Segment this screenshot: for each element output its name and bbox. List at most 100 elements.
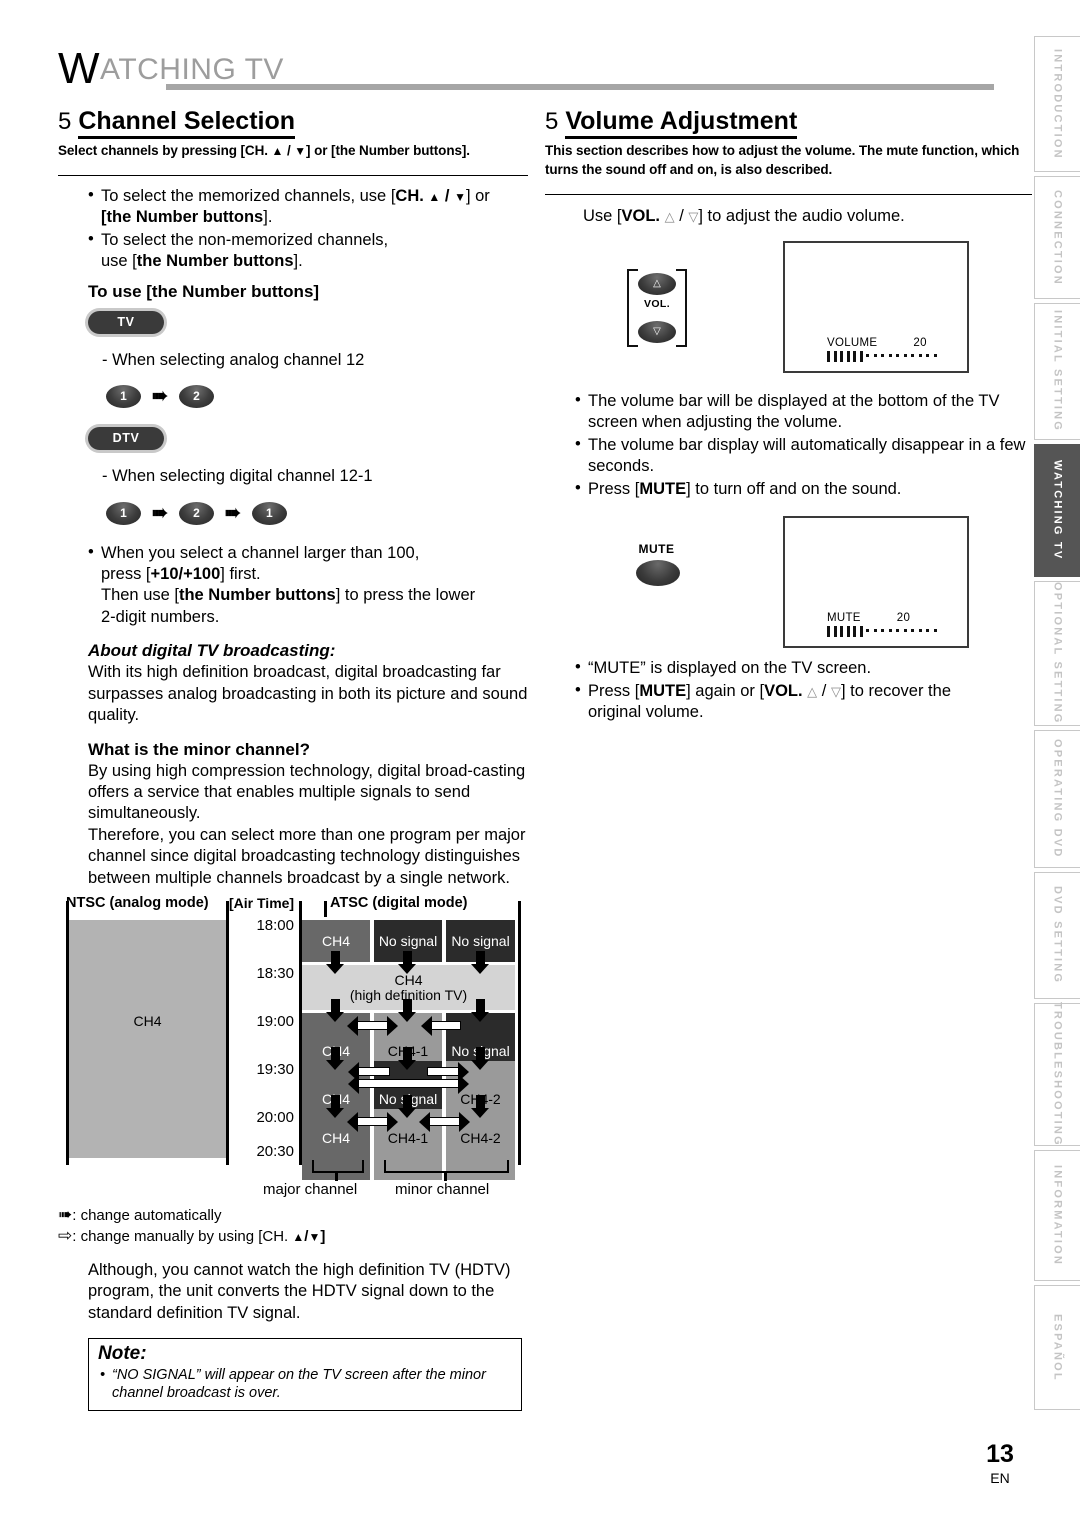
about-digital-heading-text: About digital TV broadcasting: — [88, 641, 336, 661]
osd-bar-empty — [911, 629, 914, 633]
sidebar-tab-label: INITIAL SETTING — [1051, 310, 1064, 433]
page-language: EN — [990, 1470, 1010, 1486]
manual-change-arrow-icon — [347, 1112, 398, 1133]
mode-badge-dtv-wrap: DTV — [88, 427, 528, 451]
use-vol-b: VOL. — [621, 206, 665, 225]
osd-bar-empty — [888, 353, 892, 357]
header-rule — [166, 84, 994, 90]
down-triangle-icon — [308, 1228, 320, 1245]
mute-illustration: MUTE MUTE 20 — [545, 516, 1032, 656]
diagram-legend: ➠: change automatically ⇨: change manual… — [58, 1205, 528, 1246]
over100-line1: When you select a channel larger than 10… — [101, 543, 420, 562]
over100-line3c: ] to press the lower — [335, 586, 476, 605]
osd-bar-filled — [840, 350, 843, 362]
divider — [545, 193, 1032, 195]
hollow-arrow-icon: ⇨ — [58, 1225, 73, 1245]
mute-control[interactable]: MUTE — [633, 542, 680, 587]
up-triangle-icon — [272, 143, 284, 158]
list-item: “MUTE” is displayed on the TV screen. — [575, 657, 1032, 679]
tick-mark — [66, 901, 69, 918]
bullet2-lead: To select the non-memorized channels, — [101, 230, 389, 249]
sidebar-tab-connection[interactable]: CONNECTION — [1034, 176, 1080, 299]
auto-change-arrow-icon — [326, 1095, 344, 1119]
digital-caption: - When selecting digital channel 12-1 — [102, 467, 373, 486]
osd-bar-empty — [933, 629, 937, 633]
vol-down-button[interactable]: ▽ — [638, 320, 676, 343]
osd-bar-empty — [881, 629, 884, 633]
mb-p2: MUTE — [639, 681, 687, 700]
channel-timeline-diagram: NTSC (analog mode) [Air Time] ATSC (digi… — [58, 895, 528, 1198]
down-triangle-icon — [454, 187, 466, 205]
mode-badge-tv: TV — [88, 310, 164, 334]
arrow-right-icon: ➠ — [152, 502, 168, 524]
note-title: Note: — [98, 1342, 147, 1364]
page-title-cap: W — [58, 44, 101, 93]
sidebar-tab-label: INTRODUCTION — [1051, 48, 1064, 160]
osd-bar-filled — [853, 350, 856, 362]
mb-p1: Press [ — [588, 681, 640, 700]
number-button[interactable]: 1 — [106, 501, 141, 525]
sidebar-tab-introduction[interactable]: INTRODUCTION — [1034, 36, 1080, 172]
sidebar-tab-dvd-setting[interactable]: DVD SETTING — [1034, 872, 1080, 999]
use-vol-line: Use [VOL. △ / ▽] to adjust the audio vol… — [583, 206, 905, 225]
note-box: Note: “NO SIGNAL” will appear on the TV … — [88, 1337, 522, 1412]
airtime-3: 19:30 — [256, 1061, 294, 1079]
sidebar-tab-operating-dvd[interactable]: OPERATING DVD — [1034, 730, 1080, 868]
up-triangle-icon — [428, 187, 440, 205]
vol-up-button[interactable]: △ — [638, 272, 676, 295]
sidebar-tab-label: CONNECTION — [1051, 189, 1064, 286]
bullet1-tail: ] or — [465, 186, 490, 205]
legend-manual-c: ] — [320, 1227, 326, 1245]
mute-button[interactable] — [636, 560, 680, 587]
page-footer: 13 EN — [970, 1442, 1030, 1487]
vol-label: VOL. — [643, 297, 671, 310]
list-item: Press [MUTE] to turn off and on the soun… — [575, 478, 1032, 500]
legend-auto-text: : change automatically — [72, 1207, 222, 1225]
sidebar-tab-label: ESPAÑOL — [1051, 1313, 1064, 1382]
osd-bar-filled — [833, 626, 837, 638]
sidebar-tab-troubleshooting[interactable]: TROUBLESHOOTING — [1034, 1002, 1080, 1147]
osd-bar-empty — [896, 629, 899, 633]
sidebar-tab-label: DVD SETTING — [1051, 886, 1064, 985]
tv-screen-volume: VOLUME 20 — [783, 240, 969, 373]
number-button[interactable]: 1 — [251, 501, 287, 525]
osd-bar-filled — [853, 626, 856, 638]
arrow-right-icon: ➠ — [224, 502, 241, 524]
sidebar-tab-information[interactable]: INFORMATION — [1034, 1150, 1080, 1281]
ntsc-block-label: CH4 — [133, 1013, 162, 1030]
sidebar-tab-watching-tv[interactable]: WATCHING TV — [1034, 444, 1080, 577]
hdtv-paragraph: Although, you cannot watch the high defi… — [88, 1260, 511, 1322]
osd-mute-label: MUTE — [827, 612, 861, 625]
osd-bar-empty — [888, 629, 892, 633]
vol-down-outline-icon: ▽ — [830, 683, 841, 699]
number-button[interactable]: 1 — [106, 385, 141, 409]
brace-major-stem — [335, 1171, 338, 1182]
airtime-2: 19:00 — [256, 1013, 294, 1031]
page-header: WATCHING TV — [58, 44, 1062, 100]
vol-rocker[interactable]: △ VOL. ▽ — [627, 268, 687, 347]
atsc-cell-span-line1: CH4 — [394, 972, 423, 988]
legend-auto: ➠: change automatically — [58, 1205, 528, 1226]
auto-change-arrow-icon — [398, 951, 416, 975]
use-vol-a: Use [ — [583, 206, 622, 225]
down-triangle-icon — [294, 143, 306, 158]
sidebar-tab-initial-setting[interactable]: INITIAL SETTING — [1034, 303, 1080, 440]
airtime-4: 20:00 — [256, 1109, 294, 1127]
airtime-0: 18:00 — [256, 917, 294, 935]
osd-mute-value: 20 — [896, 612, 911, 625]
list-item: Press [MUTE] again or [VOL. △ / ▽] to re… — [575, 680, 1032, 724]
manual-change-arrow-icon — [427, 1062, 469, 1083]
volume-illustration: △ VOL. ▽ VOLUME 20 — [545, 240, 1032, 389]
sidebar-tab-label: TROUBLESHOOTING — [1051, 1002, 1064, 1147]
number-button[interactable]: 2 — [178, 501, 214, 525]
manual-change-arrow-icon — [419, 1112, 470, 1133]
over100-line2b: +10/+100 — [150, 564, 221, 583]
osd-volume-label: VOLUME — [827, 336, 878, 349]
analog-key-sequence: 1 ➠ 2 — [106, 385, 528, 409]
subtitle-part-a: Select channels by pressing [CH. — [58, 143, 272, 159]
sidebar-tab-español[interactable]: ESPAÑOL — [1034, 1285, 1080, 1410]
sidebar-tab-optional-setting[interactable]: OPTIONAL SETTING — [1034, 581, 1080, 726]
osd-bar-empty — [926, 353, 929, 357]
number-button[interactable]: 2 — [178, 385, 214, 409]
digital-key-sequence: 1 ➠ 2 ➠ 1 — [106, 501, 528, 525]
